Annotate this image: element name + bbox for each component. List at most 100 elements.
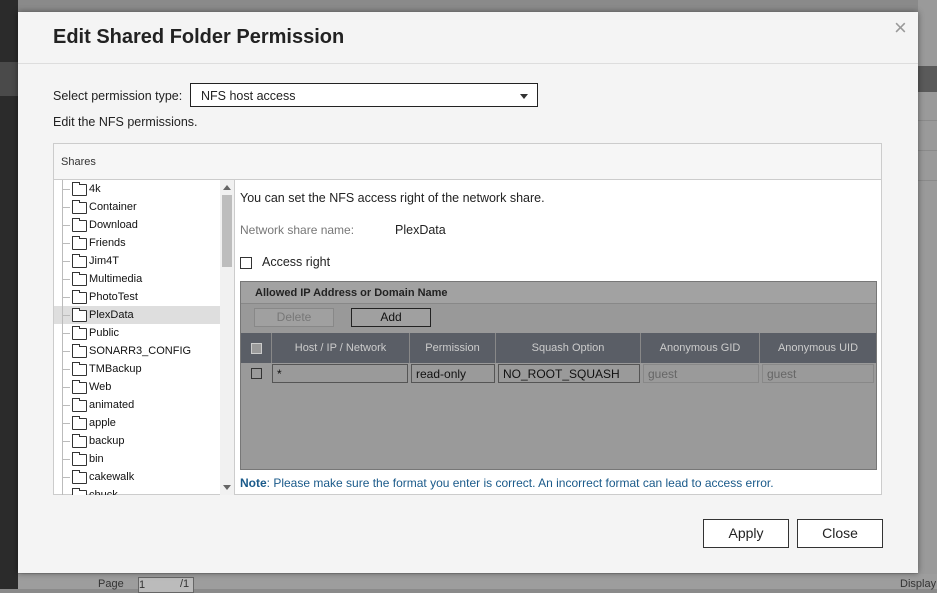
tree-branch [62,351,70,352]
dialog-title: Edit Shared Folder Permission [53,26,345,48]
folder-item[interactable]: Multimedia [54,270,234,288]
folder-label: chuck [89,489,118,495]
folder-label: PhotoTest [89,291,138,303]
allowed-hosts-header: Allowed IP Address or Domain Name [241,282,876,304]
delete-button[interactable]: Delete [254,308,334,327]
folder-icon [72,416,87,430]
tree-branch [62,315,70,316]
close-icon[interactable]: × [894,17,907,39]
tree-branch [62,423,70,424]
folder-label: Multimedia [89,273,143,285]
dialog-description: Edit the NFS permissions. [53,115,198,129]
column-anon-gid[interactable]: Anonymous GID [641,333,760,363]
scroll-down-icon[interactable] [223,485,231,490]
folder-tree-scrollbar[interactable] [220,180,234,495]
apply-button[interactable]: Apply [703,519,789,548]
folder-icon [72,290,87,304]
folder-label: Container [89,201,137,213]
table-row[interactable]: * read-only NO_ROOT_SQUASH guest guest [241,363,876,384]
tree-branch [62,405,70,406]
shares-header-label: Shares [61,156,96,168]
scroll-up-icon[interactable] [223,185,231,190]
folder-label: Web [89,381,112,393]
folder-item[interactable]: Download [54,216,234,234]
squash-field[interactable]: NO_ROOT_SQUASH [498,364,640,383]
background-pagination: Page 1 /1 Display [18,574,937,593]
share-name-value: PlexData [395,223,446,237]
page-total: /1 [180,578,190,590]
folder-item[interactable]: chuck [54,486,234,495]
share-name-label: Network share name: [240,223,355,237]
edit-permission-dialog: Edit Shared Folder Permission × Select p… [18,12,918,573]
chevron-down-icon [520,94,528,99]
tree-line [62,486,63,495]
add-button[interactable]: Add [351,308,431,327]
folder-label: apple [89,417,116,429]
folder-label: backup [89,435,125,447]
tree-branch [62,459,70,460]
folder-item[interactable]: backup [54,432,234,450]
tree-branch [62,441,70,442]
folder-icon [72,236,87,250]
permission-type-label: Select permission type: [53,89,183,103]
background-sidebar [0,0,18,589]
folder-item[interactable]: Container [54,198,234,216]
tree-branch [62,369,70,370]
folder-item[interactable]: Jim4T [54,252,234,270]
select-all-column [241,333,272,363]
tree-branch [62,279,70,280]
folder-icon [72,200,87,214]
shares-header: Shares [54,144,881,180]
folder-label: Jim4T [89,255,119,267]
folder-item[interactable]: SONARR3_CONFIG [54,342,234,360]
scroll-thumb[interactable] [222,195,232,267]
access-right-label[interactable]: Access right [262,255,330,269]
folder-item[interactable]: 4k [54,180,234,198]
background-list-row [918,180,937,181]
column-anon-uid[interactable]: Anonymous UID [760,333,876,363]
column-permission[interactable]: Permission [410,333,496,363]
host-field[interactable]: * [272,364,408,383]
folder-item[interactable]: cakewalk [54,468,234,486]
anon-gid-field[interactable]: guest [643,364,759,383]
folder-label: cakewalk [89,471,135,483]
row-checkbox[interactable] [251,368,262,379]
folder-item[interactable]: PlexData [54,306,234,324]
folder-item[interactable]: animated [54,396,234,414]
folder-label: animated [89,399,135,411]
folder-item[interactable]: bin [54,450,234,468]
column-squash[interactable]: Squash Option [496,333,641,363]
folder-label: TMBackup [89,363,142,375]
folder-label: Friends [89,237,126,249]
folder-item[interactable]: apple [54,414,234,432]
folder-icon [72,380,87,394]
nfs-content: You can set the NFS access right of the … [235,180,881,495]
folder-icon [72,434,87,448]
title-divider [18,63,918,64]
folder-icon [72,182,87,196]
column-host[interactable]: Host / IP / Network [272,333,410,363]
folder-item[interactable]: Public [54,324,234,342]
folder-item[interactable]: TMBackup [54,360,234,378]
folder-icon [72,452,87,466]
shares-panel: Shares 4k Container Download Friends Jim4T Mu… [53,143,882,495]
folder-icon [72,344,87,358]
anon-uid-field[interactable]: guest [762,364,874,383]
format-note: Note: Please make sure the format you en… [240,476,774,490]
folder-item[interactable]: Friends [54,234,234,252]
permission-field[interactable]: read-only [411,364,495,383]
background-list [918,0,937,589]
select-all-checkbox[interactable] [251,343,262,354]
folder-icon [72,308,87,322]
folder-label: Download [89,219,138,231]
folder-icon [72,218,87,232]
folder-item[interactable]: Web [54,378,234,396]
close-button[interactable]: Close [797,519,883,548]
folder-icon [72,254,87,268]
folder-icon [72,488,87,495]
permission-type-select[interactable]: NFS host access [190,83,538,107]
permission-type-value: NFS host access [201,89,296,103]
tree-branch [62,261,70,262]
access-right-checkbox[interactable] [240,257,252,269]
folder-item[interactable]: PhotoTest [54,288,234,306]
